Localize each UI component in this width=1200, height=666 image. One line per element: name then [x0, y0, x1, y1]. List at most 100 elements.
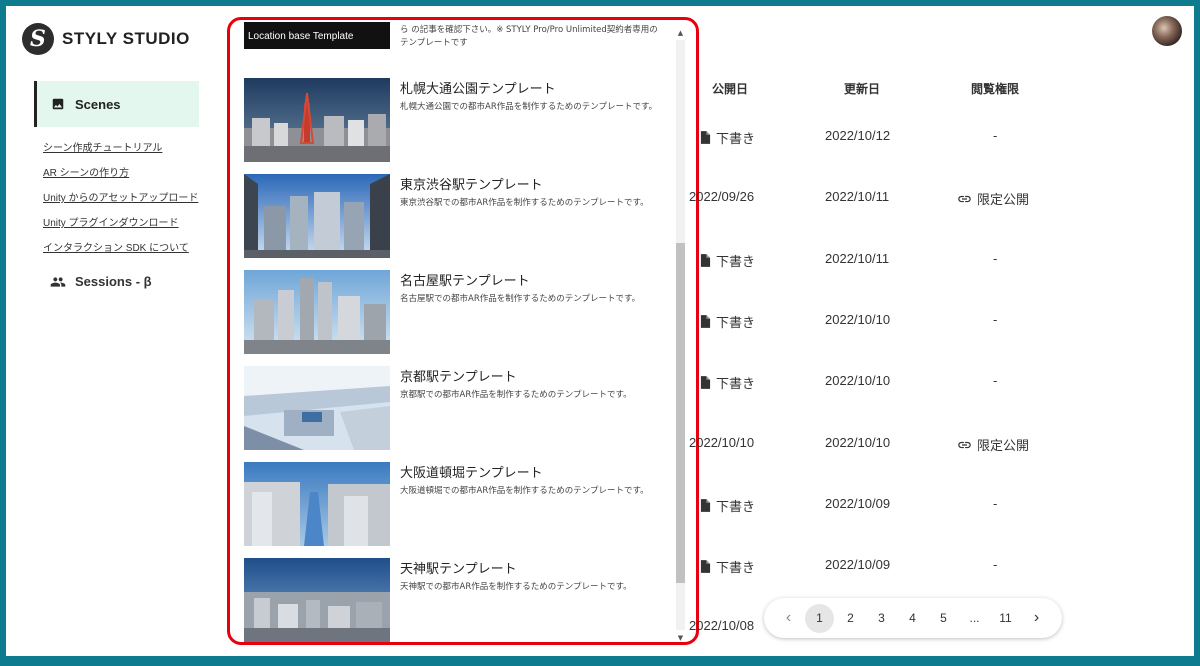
page-button-2[interactable]: 2 — [836, 604, 865, 633]
styly-logo-icon: S — [22, 23, 54, 55]
cell-published-text: 下書き — [716, 131, 756, 146]
template-desc: 大阪道頓堀での都市AR作品を制作するためのテンプレートです。 — [400, 486, 649, 496]
cell-published: 2022/09/26 — [689, 189, 755, 204]
cell-published-text: 下書き — [716, 254, 756, 269]
template-title: 京都駅テンプレート — [400, 370, 517, 385]
page-button-11[interactable]: 11 — [991, 604, 1020, 633]
scroll-down-icon[interactable]: ▼ — [676, 633, 685, 642]
template-desc: ら の記事を確認下さい。※ STYLY Pro/Pro Unlimited契約者… — [400, 25, 658, 48]
template-title: 大阪道頓堀テンプレート — [400, 466, 543, 481]
page-button-5[interactable]: 5 — [929, 604, 958, 633]
document-icon — [700, 131, 711, 144]
link-ar-scene-howto[interactable]: AR シーンの作り方 — [43, 167, 198, 181]
link-unity-asset-upload[interactable]: Unity からのアセットアップロード — [43, 192, 198, 206]
template-list: Location base Template ら の記事を確認下さい。※ STY… — [244, 22, 671, 642]
column-header-access[interactable]: 閲覧権限 — [971, 80, 1019, 97]
cell-published: 下書き — [700, 496, 755, 515]
document-icon — [700, 499, 711, 512]
template-item-osaka[interactable]: 大阪道頓堀テンプレート 大阪道頓堀での都市AR作品を制作するためのテンプレートで… — [244, 462, 671, 546]
cell-published-text: 下書き — [716, 560, 756, 575]
template-list-panel[interactable]: Location base Template ら の記事を確認下さい。※ STY… — [227, 17, 699, 645]
cell-access: - — [993, 312, 998, 327]
template-item-shibuya[interactable]: 東京渋谷駅テンプレート 東京渋谷駅での都市AR作品を制作するためのテンプレートで… — [244, 174, 671, 258]
cell-published: 2022/10/10 — [689, 435, 755, 450]
cell-published-text: 下書き — [716, 315, 756, 330]
document-icon — [700, 254, 711, 267]
next-page-button[interactable]: › — [1022, 604, 1051, 633]
app-title: STYLY STUDIO — [62, 29, 190, 48]
link-icon — [958, 195, 971, 202]
link-icon — [958, 441, 971, 448]
sidebar-links: シーン作成チュートリアル AR シーンの作り方 Unity からのアセットアップ… — [43, 142, 198, 267]
cell-published: 下書き — [700, 557, 755, 576]
sidebar-item-label: Sessions - β — [75, 274, 152, 289]
cell-published-text: 下書き — [716, 499, 756, 514]
cell-published: 下書き — [700, 251, 755, 270]
template-thumbnail-kyoto — [244, 366, 390, 450]
template-thumbnail: Location base Template — [244, 22, 390, 49]
prev-page-button[interactable]: ‹ — [774, 604, 803, 633]
cell-published: 2022/10/08 — [689, 618, 755, 633]
document-icon — [700, 560, 711, 573]
template-thumbnail-nagoya — [244, 270, 390, 354]
template-title: 札幌大通公園テンプレート — [400, 82, 556, 97]
template-desc: 京都駅での都市AR作品を制作するためのテンプレートです。 — [400, 390, 632, 400]
template-item-location-base[interactable]: Location base Template ら の記事を確認下さい。※ STY… — [244, 22, 671, 52]
image-icon — [52, 98, 64, 110]
page-button-1[interactable]: 1 — [805, 603, 834, 633]
cell-access: 限定公開 — [957, 435, 1029, 454]
cell-access: - — [993, 496, 998, 511]
sidebar-item-scenes[interactable]: Scenes — [34, 81, 199, 127]
link-interaction-sdk[interactable]: インタラクション SDK について — [43, 242, 198, 256]
template-desc: 東京渋谷駅での都市AR作品を制作するためのテンプレートです。 — [400, 198, 649, 208]
template-desc: 名古屋駅での都市AR作品を制作するためのテンプレートです。 — [400, 294, 641, 304]
template-thumbnail-shibuya — [244, 174, 390, 258]
cell-published: 下書き — [700, 373, 755, 392]
app-logo[interactable]: S STYLY STUDIO — [22, 23, 190, 55]
cell-updated: 2022/10/10 — [825, 373, 891, 388]
template-thumbnail-sapporo — [244, 78, 390, 162]
template-desc: 札幌大通公園での都市AR作品を制作するためのテンプレートです。 — [400, 102, 658, 112]
cell-access: - — [993, 251, 998, 266]
cell-published: 下書き — [700, 128, 755, 147]
cell-updated: 2022/10/10 — [825, 312, 891, 327]
cell-access: - — [993, 557, 998, 572]
cell-updated: 2022/10/10 — [825, 435, 891, 450]
page-ellipsis: ... — [969, 611, 980, 625]
pagination: ‹ 1 2 3 4 5 ... 11 › — [764, 598, 1062, 638]
template-item-nagoya[interactable]: 名古屋駅テンプレート 名古屋駅での都市AR作品を制作するためのテンプレートです。 — [244, 270, 671, 354]
template-item-sapporo[interactable]: 札幌大通公園テンプレート 札幌大通公園での都市AR作品を制作するためのテンプレー… — [244, 78, 671, 162]
cell-access-text: 限定公開 — [977, 438, 1030, 453]
cell-access: 限定公開 — [957, 189, 1029, 208]
cell-published: 下書き — [700, 312, 755, 331]
cell-updated: 2022/10/11 — [825, 251, 890, 266]
template-title: 天神駅テンプレート — [400, 562, 517, 577]
column-header-published[interactable]: 公開日 — [712, 80, 748, 97]
sidebar-item-label: Scenes — [75, 96, 121, 112]
column-header-updated[interactable]: 更新日 — [844, 80, 880, 97]
cell-access: - — [993, 128, 998, 143]
link-unity-plugin-download[interactable]: Unity プラグインダウンロード — [43, 217, 198, 231]
user-avatar[interactable] — [1152, 16, 1182, 46]
template-thumbnail-tenjin — [244, 558, 390, 642]
page: S STYLY STUDIO Scenes シーン作成チュートリアル AR シー… — [6, 6, 1194, 656]
people-icon — [50, 276, 66, 287]
page-button-3[interactable]: 3 — [867, 604, 896, 633]
scrollbar-thumb[interactable] — [676, 243, 685, 583]
cell-updated: 2022/10/12 — [825, 128, 891, 143]
cell-updated: 2022/10/09 — [825, 496, 891, 511]
document-icon — [700, 376, 711, 389]
sidebar-item-sessions[interactable]: Sessions - β — [50, 274, 152, 289]
template-item-kyoto[interactable]: 京都駅テンプレート 京都駅での都市AR作品を制作するためのテンプレートです。 — [244, 366, 671, 450]
cell-updated: 2022/10/11 — [825, 189, 890, 204]
scroll-up-icon[interactable]: ▲ — [676, 28, 685, 38]
template-thumbnail-label: Location base Template — [248, 31, 354, 42]
template-item-tenjin[interactable]: 天神駅テンプレート 天神駅での都市AR作品を制作するためのテンプレートです。 — [244, 558, 671, 642]
scrollbar[interactable]: ▲ ▼ — [673, 26, 687, 642]
template-title: 名古屋駅テンプレート — [400, 274, 530, 289]
template-desc: 天神駅での都市AR作品を制作するためのテンプレートです。 — [400, 582, 632, 592]
template-title: 東京渋谷駅テンプレート — [400, 178, 543, 193]
page-button-4[interactable]: 4 — [898, 604, 927, 633]
cell-access-text: 限定公開 — [977, 192, 1030, 207]
link-scene-tutorial[interactable]: シーン作成チュートリアル — [43, 142, 198, 156]
